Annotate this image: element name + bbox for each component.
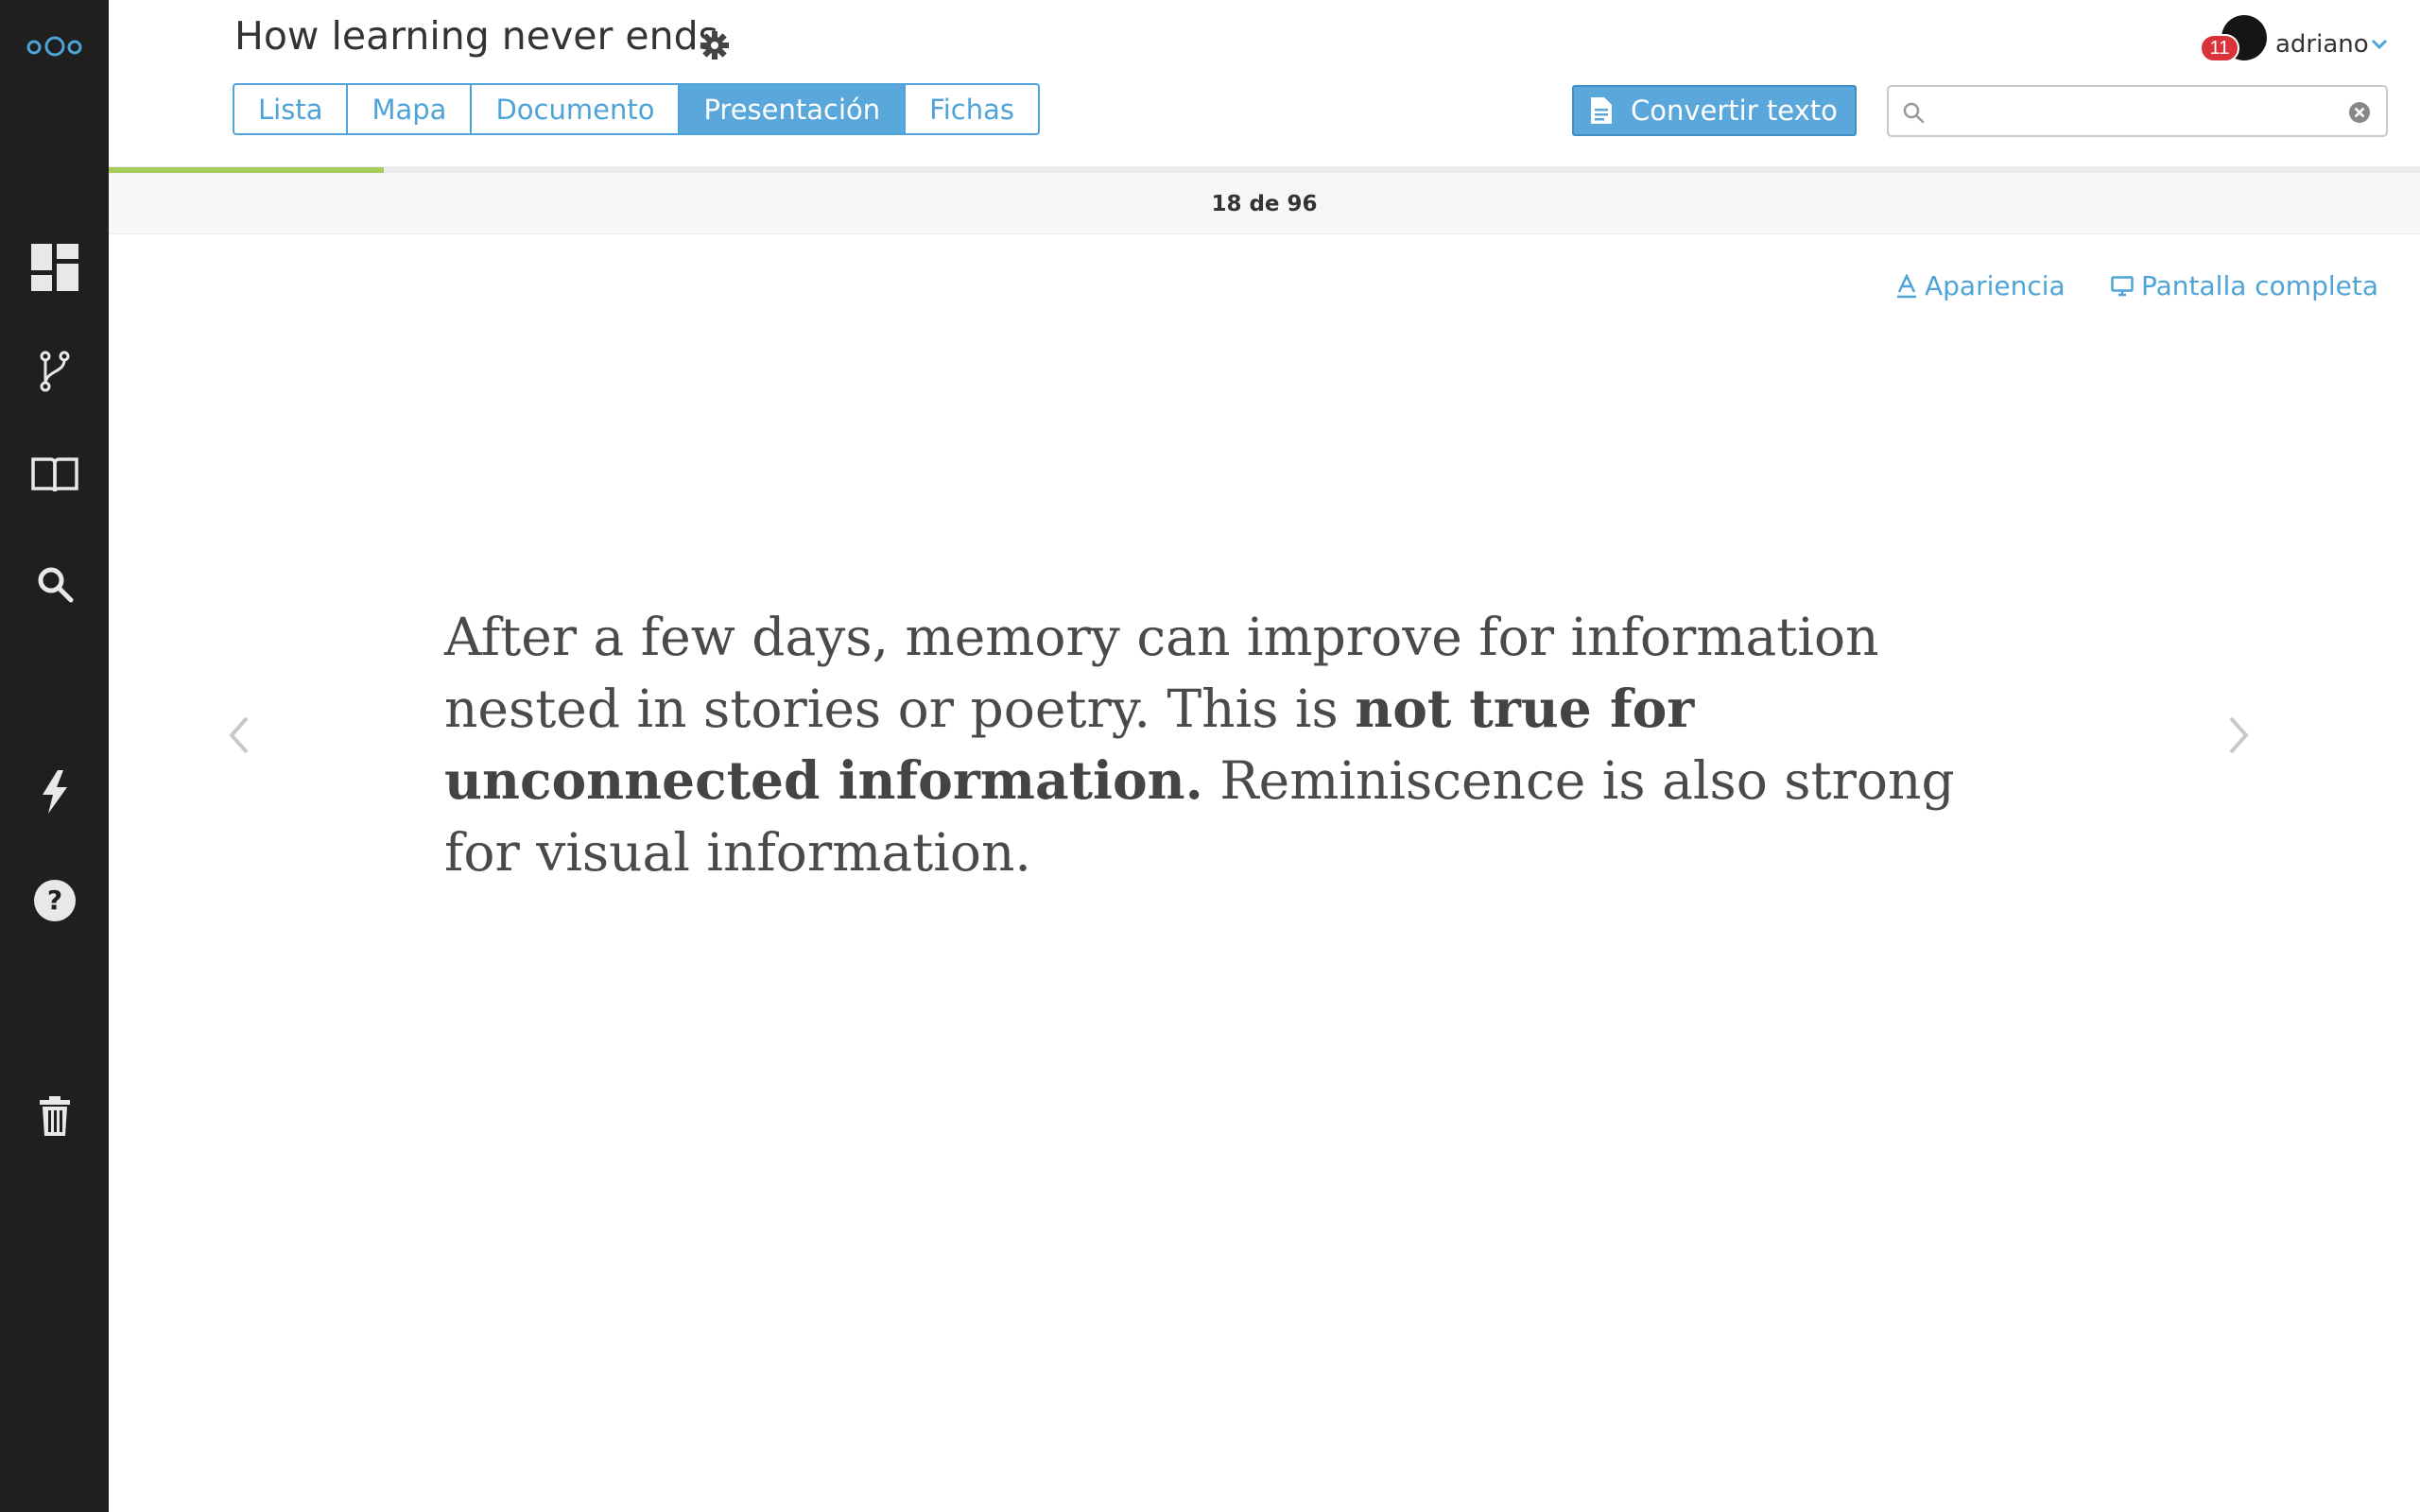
search-field (1887, 85, 2388, 137)
chevron-down-icon[interactable] (2371, 38, 2388, 55)
font-appearance-icon (1896, 273, 1917, 299)
fullscreen-label: Pantalla completa (2141, 270, 2379, 301)
tab-mapa[interactable]: Mapa (348, 85, 473, 133)
app-sidebar: ? (0, 0, 109, 1512)
fork-icon[interactable] (0, 340, 109, 403)
clear-search-icon[interactable] (2348, 101, 2371, 129)
slide-counter: 18 de 96 (1211, 192, 1318, 216)
chevron-right-icon (2229, 716, 2249, 754)
username[interactable]: adriano (2275, 30, 2369, 59)
slide-content: After a few days, memory can improve for… (444, 601, 1995, 888)
gear-icon[interactable] (700, 31, 729, 60)
notification-badge[interactable]: 11 (2200, 34, 2239, 62)
search-input[interactable] (1936, 93, 2327, 132)
chevron-left-icon (229, 716, 249, 754)
progress-bar-fill (109, 167, 384, 173)
bolt-icon[interactable] (0, 761, 109, 823)
appearance-label: Apariencia (1925, 270, 2066, 301)
help-icon[interactable]: ? (0, 869, 109, 932)
tab-presentacion[interactable]: Presentación (680, 85, 907, 133)
page-title: How learning never ends (234, 13, 718, 59)
nextcloud-logo-icon[interactable] (0, 13, 109, 79)
previous-slide-button[interactable] (220, 711, 258, 760)
slide-progress: 18 de 96 (109, 166, 2420, 234)
search-icon[interactable] (0, 553, 109, 615)
tab-documento[interactable]: Documento (472, 85, 681, 133)
next-slide-button[interactable] (2220, 711, 2257, 760)
monitor-icon (2111, 275, 2134, 297)
convert-text-button[interactable]: Convertir texto (1572, 85, 1857, 136)
convert-text-label: Convertir texto (1631, 94, 1838, 127)
tab-fichas[interactable]: Fichas (906, 85, 1038, 133)
tab-lista[interactable]: Lista (234, 85, 349, 133)
view-tabs: Lista Mapa Documento Presentación Fichas (233, 83, 1040, 135)
book-icon[interactable] (0, 444, 109, 507)
svg-text:?: ? (46, 885, 61, 916)
appearance-link[interactable]: Apariencia (1896, 270, 2066, 301)
progress-track-line (109, 167, 2420, 173)
fullscreen-link[interactable]: Pantalla completa (2111, 270, 2378, 301)
search-icon (1902, 101, 1925, 129)
user-menu[interactable]: 11 adriano (2198, 13, 2415, 70)
trash-icon[interactable] (0, 1085, 109, 1147)
document-icon (1591, 97, 1612, 124)
dashboard-icon[interactable] (0, 236, 109, 299)
